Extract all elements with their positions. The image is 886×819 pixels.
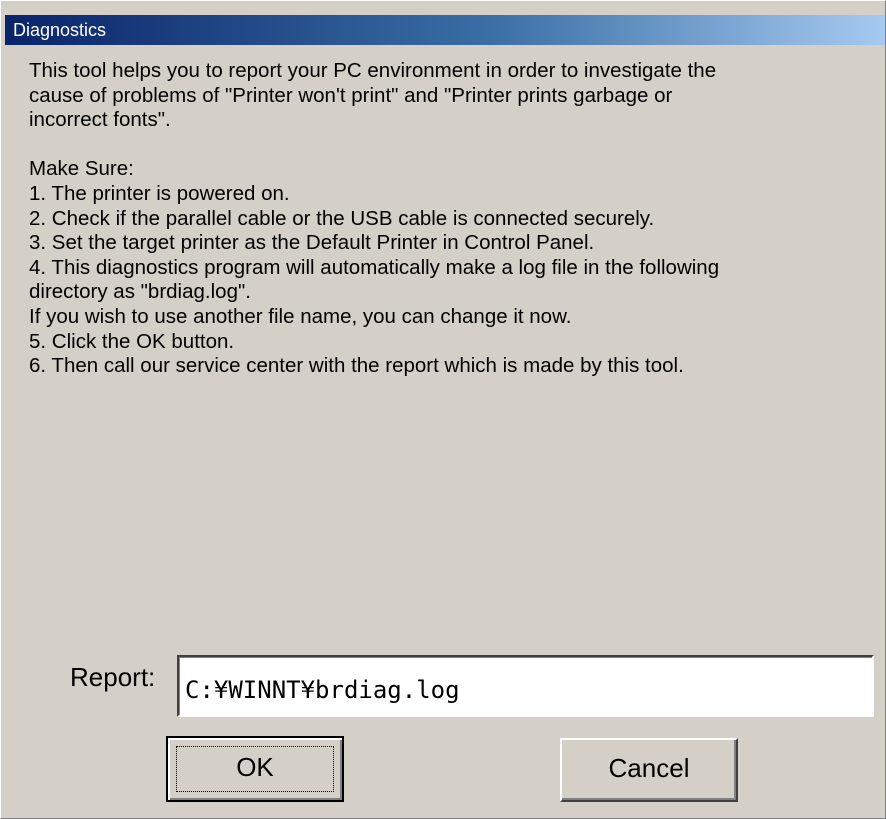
instructions-text: This tool helps you to report your PC en…	[29, 59, 879, 379]
dialog-title: Diagnostics	[13, 20, 107, 40]
intro-line-2: cause of problems of "Printer won't prin…	[29, 83, 673, 107]
intro-line-1: This tool helps you to report your PC en…	[29, 59, 717, 82]
step-line-6: If you wish to use another file name, yo…	[29, 304, 572, 328]
report-label: Report:	[70, 662, 156, 692]
cancel-button[interactable]: Cancel	[560, 738, 738, 802]
ok-button[interactable]: OK	[166, 736, 344, 802]
step-line-1: 1. The printer is powered on.	[29, 181, 290, 205]
diagnostics-dialog: Diagnostics This tool helps you to repor…	[0, 0, 886, 819]
step-line-8: 6. Then call our service center with the…	[29, 354, 684, 378]
make-sure-heading: Make Sure:	[29, 157, 134, 181]
ok-button-label: OK	[236, 752, 274, 782]
step-line-5: directory as "brdiag.log".	[29, 280, 251, 304]
cancel-button-label: Cancel	[608, 753, 690, 783]
step-line-7: 5. Click the OK button.	[29, 329, 235, 353]
step-line-2: 2. Check if the parallel cable or the US…	[29, 206, 655, 230]
title-bar[interactable]: Diagnostics	[5, 15, 885, 45]
intro-line-3: incorrect fonts".	[29, 108, 171, 132]
step-line-3: 3. Set the target printer as the Default…	[29, 231, 595, 255]
report-path-input[interactable]	[177, 655, 874, 717]
step-line-4: 4. This diagnostics program will automat…	[29, 255, 720, 279]
